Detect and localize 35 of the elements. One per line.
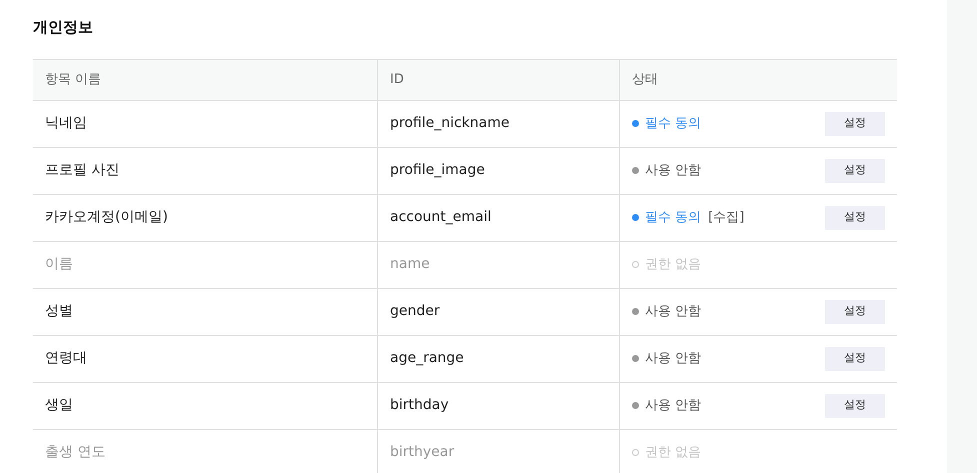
settings-button[interactable]: 설정 [825,394,885,418]
status-label: 사용 안함 [645,162,702,180]
settings-button[interactable]: 설정 [825,112,885,136]
item-id: profile_image [390,161,485,180]
status-label: 필수 동의 [645,114,702,133]
status-note: [수집] [708,208,744,227]
item-id: age_range [390,349,464,368]
column-header: 항목 이름 [45,70,102,89]
settings-button[interactable]: 설정 [825,300,885,324]
settings-button[interactable]: 설정 [825,158,885,182]
item-name: 프로필 사진 [45,161,120,180]
item-id: account_email [390,208,492,227]
status-label: 권한 없음 [645,256,702,274]
item-name: 닉네임 [45,114,87,133]
settings-button[interactable]: 설정 [825,206,885,230]
status-label: 권한 없음 [645,444,702,462]
item-name: 생일 [45,396,73,415]
status-label: 사용 안함 [645,302,702,321]
item-id: birthday [390,396,449,415]
item-name: 카카오계정(이메일) [45,208,168,227]
settings-button[interactable]: 설정 [825,346,885,370]
item-name: 성별 [45,302,73,321]
column-header: ID [390,70,404,89]
item-name: 출생 연도 [45,443,106,462]
status-label: 사용 안함 [645,396,702,415]
column-header: 상태 [632,70,658,89]
item-id: name [390,255,430,274]
item-name: 연령대 [45,349,87,368]
status-label: 사용 안함 [645,350,702,368]
item-id: birthyear [390,443,454,462]
item-name: 이름 [45,255,73,274]
item-id: profile_nickname [390,114,510,133]
section-title: 개인정보 [33,17,94,38]
item-id: gender [390,302,440,321]
status-label: 필수 동의 [645,208,702,227]
